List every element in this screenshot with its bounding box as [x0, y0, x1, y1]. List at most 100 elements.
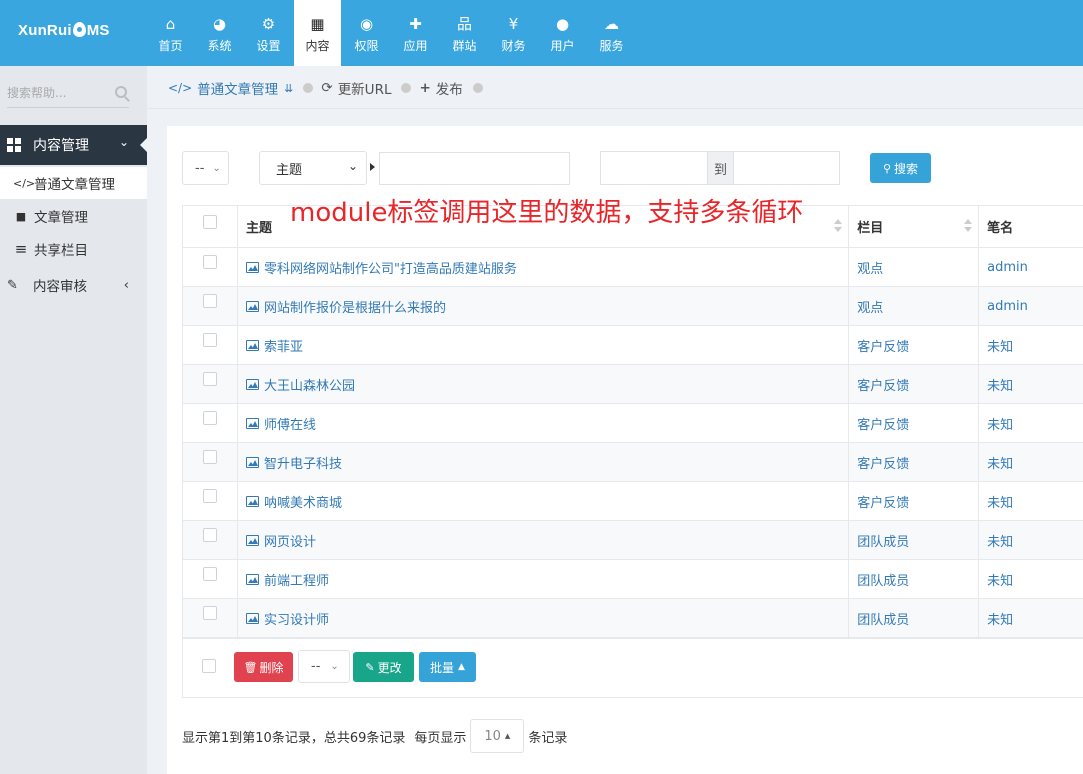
per-page-select[interactable]: 10 ▲	[470, 719, 525, 753]
row-author-link[interactable]: 未知	[987, 375, 1013, 394]
row-title-link[interactable]: 呐喊美术商城	[264, 492, 342, 511]
nav-item-label: 内容	[305, 38, 330, 53]
row-category-link[interactable]: 客户反馈	[857, 453, 909, 472]
row-category-cell: 客户反馈	[849, 443, 980, 481]
batch-button[interactable]: 批量 ▲	[419, 652, 476, 682]
move-select[interactable]: -- ⌄	[298, 650, 350, 683]
row-checkbox[interactable]	[202, 528, 217, 542]
row-title-link[interactable]: 实习设计师	[264, 609, 329, 628]
breadcrumb-current[interactable]: 普通文章管理	[197, 78, 278, 98]
row-title-link[interactable]: 索菲亚	[264, 336, 303, 355]
row-checkbox[interactable]	[202, 567, 217, 581]
logo[interactable]: XunRui MS	[18, 22, 110, 39]
row-title-link[interactable]: 前端工程师	[264, 570, 329, 589]
row-author-link[interactable]: 未知	[987, 453, 1013, 472]
row-author-link[interactable]: 未知	[987, 531, 1013, 550]
row-checkbox[interactable]	[202, 255, 217, 269]
refresh-url-link[interactable]: 更新URL	[338, 78, 392, 98]
row-title-cell: 智升电子科技	[238, 443, 850, 481]
row-category-link[interactable]: 观点	[857, 297, 883, 316]
search-icon: ⚲	[882, 161, 892, 175]
nav-item-cloud[interactable]: ☁ 服务	[588, 0, 635, 66]
row-author-link[interactable]: 未知	[987, 414, 1013, 433]
per-page-suffix: 条记录	[528, 730, 568, 746]
row-checkbox[interactable]	[202, 333, 217, 347]
row-checkbox[interactable]	[202, 411, 217, 425]
nav-item-grid[interactable]: ▦ 内容	[294, 0, 341, 66]
sidebar-group-content[interactable]: 内容管理 ⌄	[0, 125, 148, 165]
row-title-link[interactable]: 零科网络网站制作公司"打造高品质建站服务	[264, 258, 517, 277]
nav-item-yen[interactable]: ¥ 财务	[490, 0, 537, 66]
row-title-link[interactable]: 师傅在线	[264, 414, 316, 433]
nav-item-user-circle[interactable]: ◉ 权限	[343, 0, 390, 66]
row-author-cell: 未知	[979, 443, 1083, 481]
nav-item-dashboard[interactable]: ◕ 系统	[196, 0, 243, 66]
row-title-cell: 网站制作报价是根据什么来报的	[238, 287, 850, 325]
row-title-link[interactable]: 智升电子科技	[264, 453, 342, 472]
row-category-link[interactable]: 客户反馈	[857, 492, 909, 511]
row-author-link[interactable]: 未知	[987, 336, 1013, 355]
row-author-link[interactable]: 未知	[987, 609, 1013, 628]
search-button[interactable]: ⚲ 搜索	[870, 153, 931, 183]
row-select-cell	[183, 599, 238, 637]
row-category-cell: 客户反馈	[849, 482, 980, 520]
row-title-link[interactable]: 大王山森林公园	[264, 375, 355, 394]
status-select[interactable]: -- ⌄	[182, 151, 229, 185]
row-checkbox[interactable]	[202, 489, 217, 503]
header-category[interactable]: 栏目	[849, 206, 980, 247]
sidebar-item-audit[interactable]: ✎ 内容审核 ‹	[0, 269, 147, 301]
row-category-link[interactable]: 团队成员	[857, 570, 909, 589]
row-category-link[interactable]: 观点	[857, 258, 883, 277]
edit-icon: ✎	[365, 660, 375, 674]
date-end-input[interactable]	[733, 151, 840, 185]
row-author-link[interactable]: admin	[987, 299, 1028, 314]
row-checkbox[interactable]	[202, 294, 217, 308]
nav-item-user[interactable]: ● 用户	[539, 0, 586, 66]
row-title-link[interactable]: 网站制作报价是根据什么来报的	[264, 297, 446, 316]
search-icon[interactable]	[115, 86, 127, 98]
sidebar-item-article-manage[interactable]: </> 普通文章管理	[0, 167, 147, 199]
row-title-link[interactable]: 网页设计	[264, 531, 316, 550]
date-start-input[interactable]	[600, 151, 708, 185]
nav-item-puzzle[interactable]: ✚ 应用	[392, 0, 439, 66]
table-row: 网站制作报价是根据什么来报的 观点 admin	[183, 287, 1083, 326]
row-category-link[interactable]: 团队成员	[857, 531, 909, 550]
row-category-link[interactable]: 客户反馈	[857, 375, 909, 394]
row-category-link[interactable]: 团队成员	[857, 609, 909, 628]
per-page-prefix: 每页显示	[414, 730, 467, 746]
row-checkbox[interactable]	[202, 606, 217, 620]
sidebar-search	[7, 80, 129, 108]
row-category-link[interactable]: 客户反馈	[857, 414, 909, 433]
row-category-link[interactable]: 客户反馈	[857, 336, 909, 355]
nav-item-label: 财务	[501, 38, 526, 53]
field-select[interactable]: 主题 ⌄	[259, 151, 367, 185]
sidebar-search-input[interactable]	[7, 80, 107, 106]
row-author-link[interactable]: 未知	[987, 492, 1013, 511]
image-icon	[245, 417, 259, 429]
row-checkbox[interactable]	[202, 450, 217, 464]
nav-item-label: 权限	[354, 38, 379, 53]
sidebar-item-shared-column[interactable]: ≡ 共享栏目	[0, 233, 147, 265]
sidebar-item-articles[interactable]: ■ 文章管理	[0, 200, 147, 232]
grid-icon	[7, 138, 21, 152]
row-author-cell: 未知	[979, 599, 1083, 637]
nav-item-cogs[interactable]: ⚙ 设置	[245, 0, 292, 66]
row-author-link[interactable]: 未知	[987, 570, 1013, 589]
keyword-input[interactable]	[379, 152, 570, 185]
delete-button[interactable]: 🗑 删除	[234, 652, 293, 682]
sticky-note-icon: ■	[15, 209, 27, 223]
select-all-checkbox[interactable]	[202, 214, 217, 229]
pagination: 显示第1到第10条记录，总共69条记录 每页显示 10 ▲ 条记录	[182, 719, 567, 753]
chevron-down-icon: ⌄	[347, 159, 358, 173]
header-title-label: 主题	[245, 221, 272, 236]
nav-item-home[interactable]: ⌂ 首页	[147, 0, 194, 66]
row-author-link[interactable]: admin	[987, 260, 1028, 275]
publish-link[interactable]: 发布	[436, 78, 463, 98]
row-checkbox[interactable]	[202, 372, 217, 386]
logo-drop-icon	[72, 22, 86, 37]
nav-item-sitemap[interactable]: 品群站	[441, 0, 488, 66]
double-chevron-down-icon[interactable]: ⇊	[284, 82, 293, 95]
code-icon: </>	[13, 176, 36, 190]
change-button[interactable]: ✎ 更改	[353, 652, 414, 682]
select-all-checkbox-bottom[interactable]	[202, 659, 216, 673]
